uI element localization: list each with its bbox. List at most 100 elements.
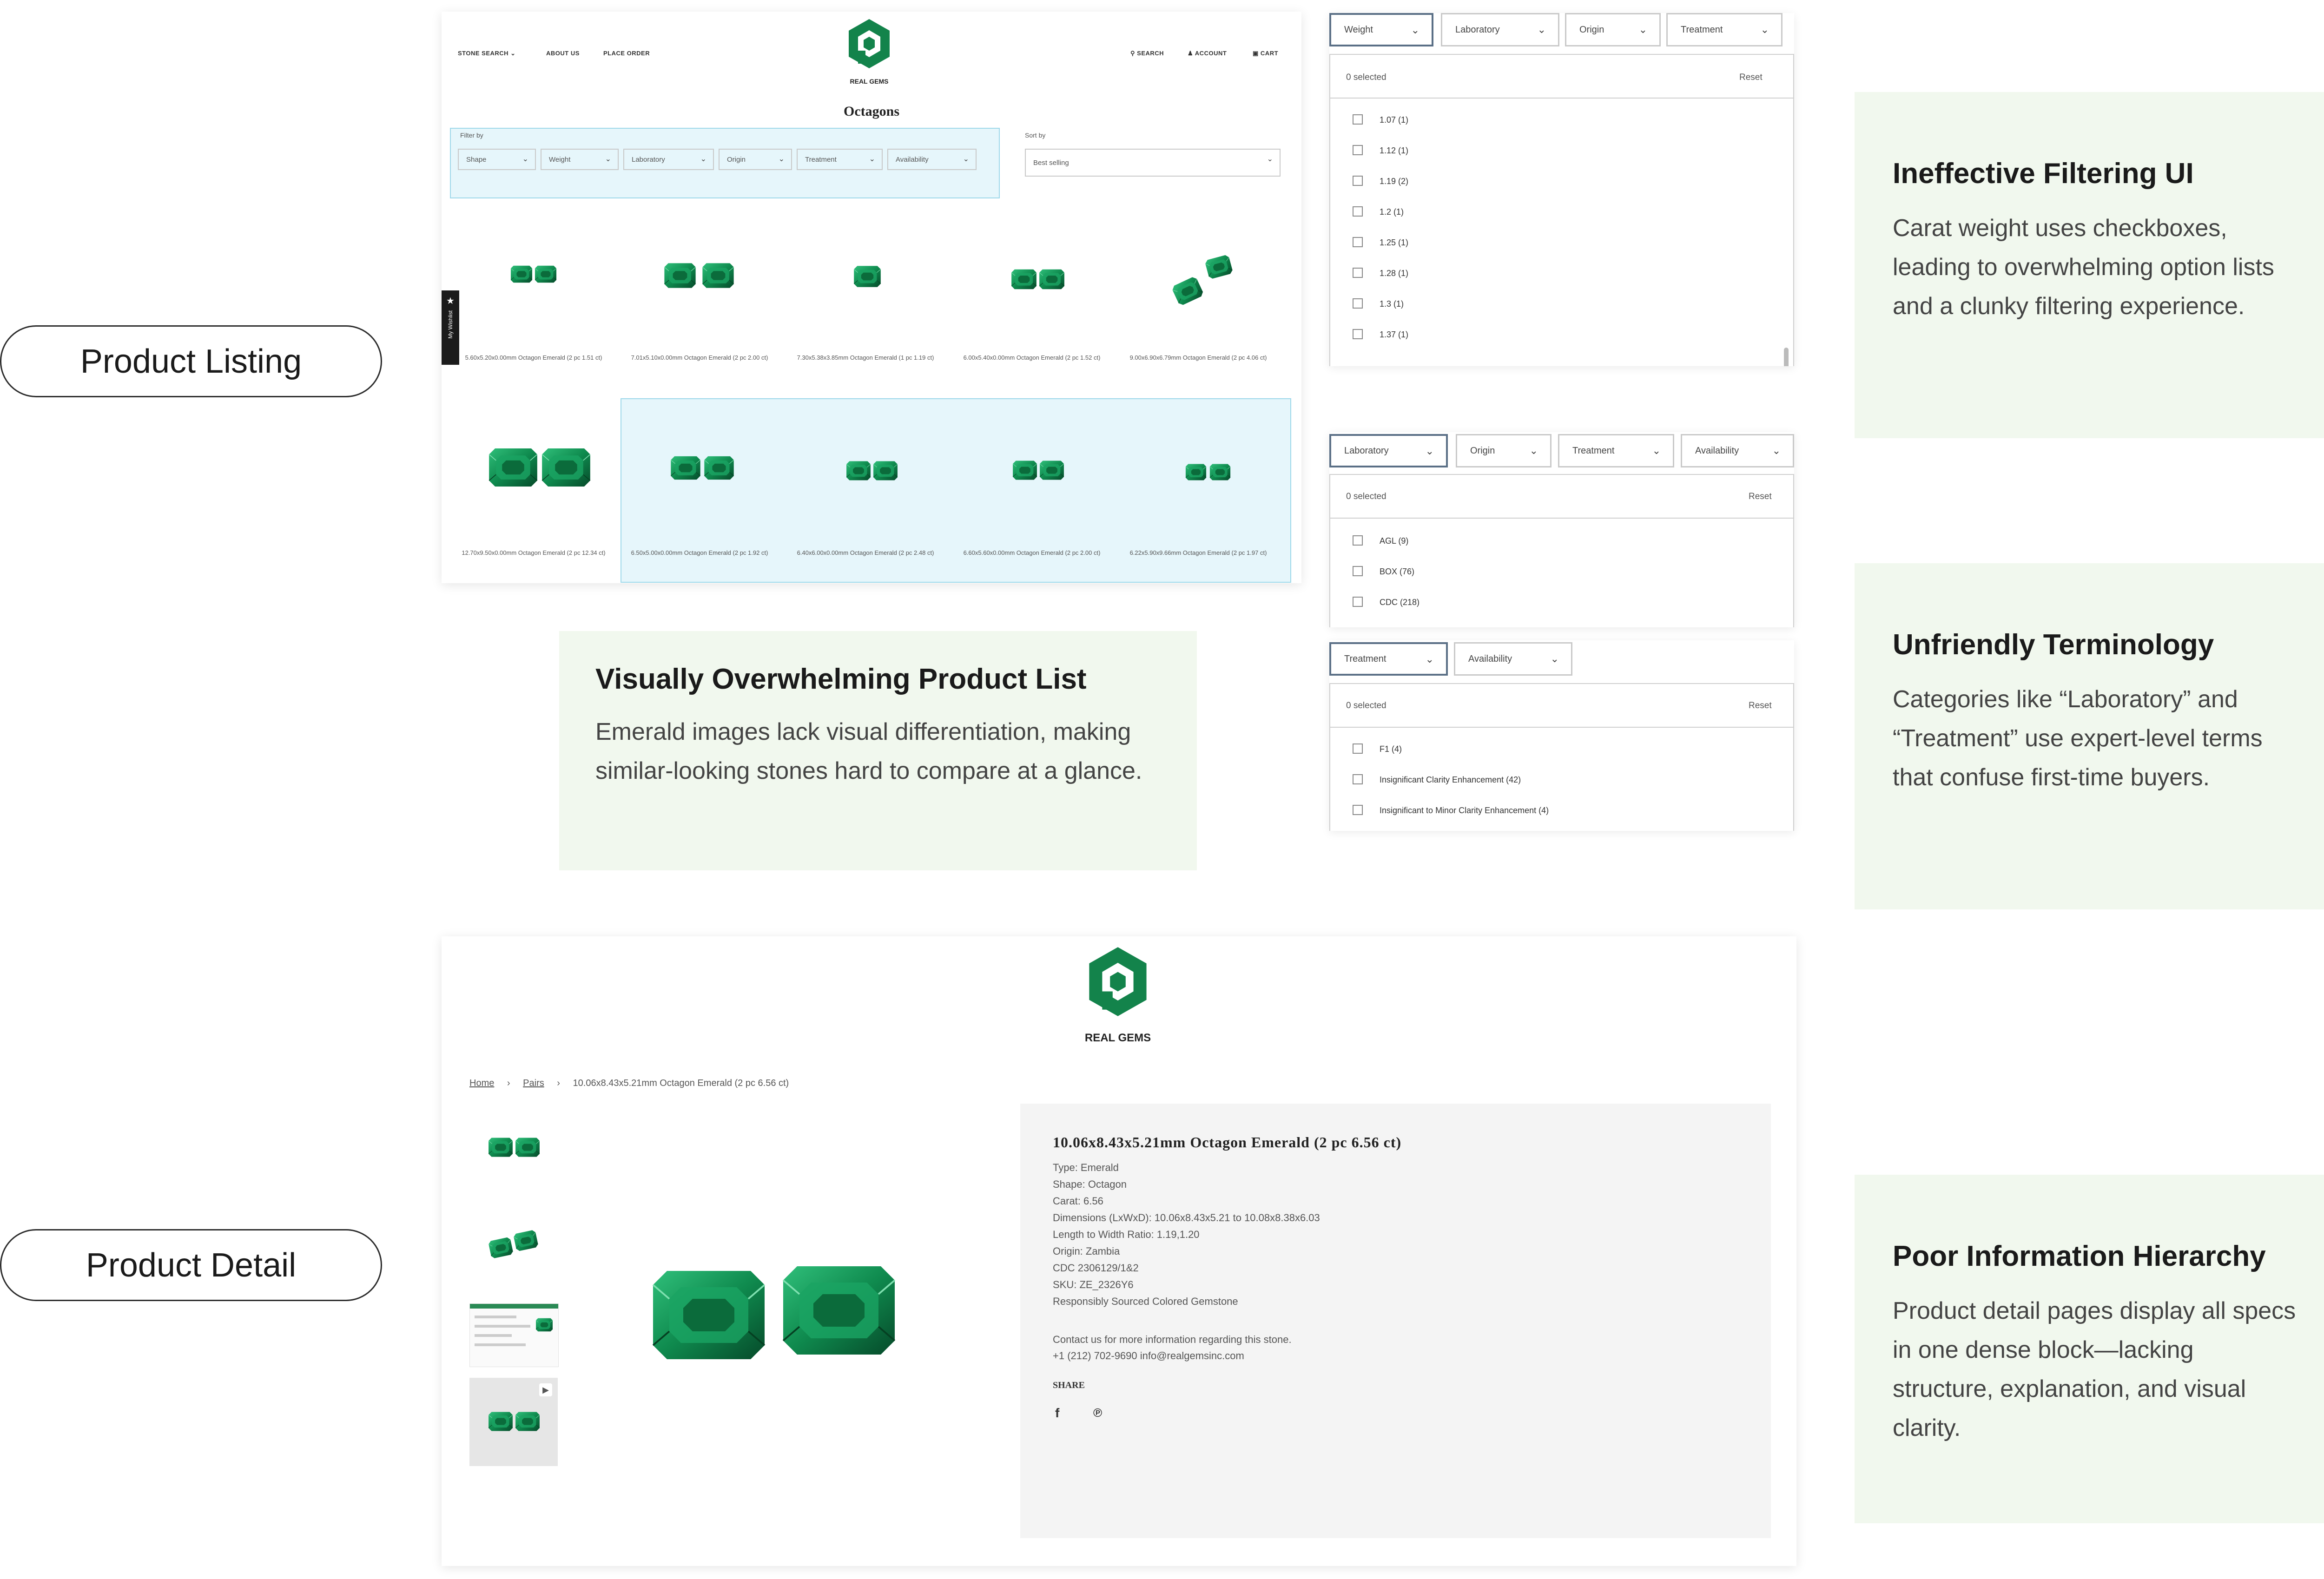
- share-label: SHARE: [1053, 1380, 1085, 1390]
- weight-checkbox[interactable]: [1353, 145, 1363, 155]
- tab-availability[interactable]: Availability ⌄: [1454, 642, 1572, 676]
- weight-option[interactable]: 1.37 (1): [1380, 330, 1408, 340]
- nav-about[interactable]: ABOUT US: [546, 50, 580, 57]
- product-caption[interactable]: 6.40x6.00x0.00mm Octagon Emerald (2 pc 2…: [791, 548, 940, 558]
- chevron-down-icon: ⌄: [869, 155, 875, 163]
- filter-origin[interactable]: Origin ⌄: [719, 149, 792, 170]
- product-detail-screenshot: REAL GEMS Home › Pairs › 10.06x8.43x5.21…: [442, 936, 1796, 1566]
- brand-name: REAL GEMS: [1084, 1032, 1151, 1044]
- product-image[interactable]: [1011, 269, 1067, 292]
- thumbnail[interactable]: [488, 1229, 541, 1262]
- tab-weight[interactable]: Weight ⌄: [1329, 13, 1433, 46]
- pinterest-icon[interactable]: ℗: [1093, 1406, 1102, 1420]
- chevron-down-icon: ⌄: [605, 155, 611, 163]
- breadcrumb-current: 10.06x8.43x5.21mm Octagon Emerald (2 pc …: [573, 1078, 789, 1088]
- weight-option[interactable]: 1.2 (1): [1380, 207, 1404, 217]
- thumbnail[interactable]: [469, 1303, 559, 1367]
- weight-option[interactable]: 1.19 (2): [1380, 177, 1408, 186]
- weight-checkbox[interactable]: [1353, 329, 1363, 339]
- nav-place-order[interactable]: PLACE ORDER: [603, 50, 650, 57]
- product-image[interactable]: [510, 265, 559, 287]
- product-image[interactable]: [1185, 462, 1232, 484]
- brand-logo[interactable]: [1085, 946, 1150, 1018]
- product-image[interactable]: [662, 263, 737, 290]
- weight-option[interactable]: 1.07 (1): [1380, 115, 1408, 125]
- treatment-checkbox[interactable]: [1353, 805, 1363, 815]
- treatment-option[interactable]: F1 (4): [1380, 744, 1402, 754]
- nav-account[interactable]: ♟ ACCOUNT: [1188, 50, 1227, 57]
- sort-select[interactable]: Best selling ⌄: [1025, 149, 1281, 177]
- weight-checkbox[interactable]: [1353, 268, 1363, 278]
- filter-availability[interactable]: Availability ⌄: [887, 149, 977, 170]
- product-caption[interactable]: 6.60x5.60x0.00mm Octagon Emerald (2 pc 2…: [957, 548, 1106, 558]
- product-image[interactable]: [670, 455, 735, 483]
- tab-treatment[interactable]: Treatment ⌄: [1666, 13, 1783, 46]
- product-image[interactable]: [846, 459, 899, 485]
- treatment-option[interactable]: Insignificant to Minor Clarity Enhanceme…: [1380, 806, 1549, 816]
- filter-treatment[interactable]: Treatment ⌄: [797, 149, 883, 170]
- weight-option[interactable]: 1.3 (1): [1380, 299, 1404, 309]
- tab-treatment[interactable]: Treatment ⌄: [1558, 434, 1674, 467]
- laboratory-option[interactable]: CDC (218): [1380, 598, 1419, 607]
- tab-laboratory[interactable]: Laboratory ⌄: [1329, 434, 1448, 467]
- main-product-image[interactable]: [651, 1257, 902, 1373]
- weight-option[interactable]: 1.12 (1): [1380, 146, 1408, 156]
- laboratory-checkbox[interactable]: [1353, 535, 1363, 546]
- filter-shape[interactable]: Shape ⌄: [458, 149, 536, 170]
- product-caption[interactable]: 6.22x5.90x9.66mm Octagon Emerald (2 pc 1…: [1124, 548, 1273, 558]
- laboratory-option[interactable]: BOX (76): [1380, 567, 1414, 577]
- product-listing-screenshot: STONE SEARCH ⌄ ABOUT US PLACE ORDER REAL…: [442, 12, 1301, 583]
- product-image[interactable]: [1012, 459, 1066, 485]
- treatment-option[interactable]: Insignificant Clarity Enhancement (42): [1380, 775, 1521, 785]
- treatment-checkbox[interactable]: [1353, 774, 1363, 784]
- breadcrumb-separator-icon: ›: [557, 1078, 560, 1088]
- product-caption[interactable]: 7.01x5.10x0.00mm Octagon Emerald (2 pc 2…: [625, 353, 774, 362]
- reset-button[interactable]: Reset: [1749, 701, 1772, 711]
- weight-checkbox[interactable]: [1353, 298, 1363, 309]
- tab-treatment[interactable]: Treatment ⌄: [1329, 642, 1448, 676]
- laboratory-option[interactable]: AGL (9): [1380, 536, 1408, 546]
- filter-laboratory[interactable]: Laboratory ⌄: [623, 149, 714, 170]
- weight-checkbox[interactable]: [1353, 237, 1363, 247]
- tab-laboratory[interactable]: Laboratory ⌄: [1441, 13, 1559, 46]
- wishlist-tab[interactable]: ★ My Wishlist: [442, 290, 459, 365]
- divider: [1330, 518, 1794, 519]
- product-caption[interactable]: 5.60x5.20x0.00mm Octagon Emerald (2 pc 1…: [459, 353, 608, 362]
- weight-checkbox[interactable]: [1353, 114, 1363, 125]
- weight-checkbox[interactable]: [1353, 206, 1363, 217]
- play-icon[interactable]: ▶: [539, 1383, 552, 1396]
- selected-count: 0 selected: [1346, 492, 1386, 501]
- breadcrumb-pairs[interactable]: Pairs: [523, 1078, 544, 1088]
- laboratory-checkbox[interactable]: [1353, 597, 1363, 607]
- product-caption[interactable]: 6.00x5.40x0.00mm Octagon Emerald (2 pc 1…: [957, 353, 1106, 362]
- scrollbar[interactable]: [1784, 348, 1789, 366]
- brand-logo[interactable]: [846, 18, 892, 69]
- tab-origin[interactable]: Origin ⌄: [1565, 13, 1661, 46]
- weight-option[interactable]: 1.25 (1): [1380, 238, 1408, 248]
- reset-button[interactable]: Reset: [1739, 72, 1763, 83]
- contact-details[interactable]: +1 (212) 702-9690 info@realgemsinc.com: [1053, 1350, 1244, 1362]
- nav-stone-search[interactable]: STONE SEARCH ⌄: [458, 50, 516, 57]
- laboratory-checkbox[interactable]: [1353, 566, 1363, 576]
- product-caption[interactable]: 6.50x5.00x0.00mm Octagon Emerald (2 pc 1…: [625, 548, 774, 558]
- product-caption[interactable]: 12.70x9.50x0.00mm Octagon Emerald (2 pc …: [459, 548, 608, 558]
- breadcrumb-home[interactable]: Home: [469, 1078, 494, 1088]
- product-image[interactable]: [1167, 239, 1236, 318]
- video-thumbnail[interactable]: ▶: [469, 1378, 558, 1466]
- tab-availability[interactable]: Availability ⌄: [1681, 434, 1794, 467]
- weight-option[interactable]: 1.28 (1): [1380, 269, 1408, 278]
- nav-search[interactable]: ⚲ SEARCH: [1130, 50, 1164, 57]
- product-caption[interactable]: 9.00x6.90x6.79mm Octagon Emerald (2 pc 4…: [1124, 353, 1273, 362]
- facebook-icon[interactable]: f: [1055, 1406, 1059, 1421]
- filter-weight[interactable]: Weight ⌄: [541, 149, 619, 170]
- doc-line: [475, 1316, 516, 1318]
- product-image[interactable]: [488, 446, 593, 493]
- treatment-checkbox[interactable]: [1353, 743, 1363, 754]
- tab-origin[interactable]: Origin ⌄: [1456, 434, 1552, 467]
- product-image[interactable]: [852, 265, 885, 289]
- thumbnail[interactable]: [488, 1136, 541, 1160]
- reset-button[interactable]: Reset: [1749, 492, 1772, 502]
- nav-cart[interactable]: ▣ CART: [1253, 50, 1278, 57]
- weight-checkbox[interactable]: [1353, 176, 1363, 186]
- product-caption[interactable]: 7.30x5.38x3.85mm Octagon Emerald (1 pc 1…: [791, 353, 940, 362]
